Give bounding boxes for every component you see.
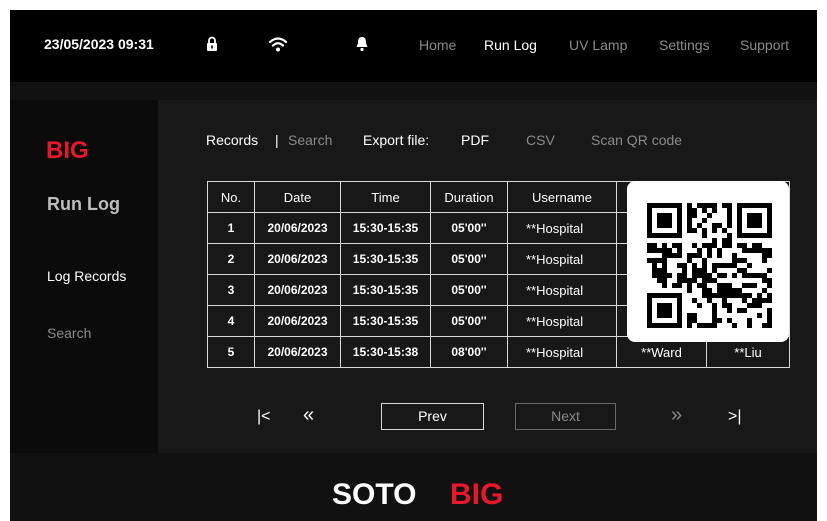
nav-home[interactable]: Home bbox=[419, 37, 456, 53]
rewind-button[interactable]: « bbox=[303, 404, 314, 427]
forward-button[interactable]: » bbox=[671, 404, 682, 427]
tab-separator: | bbox=[275, 132, 279, 148]
qr-code-popup[interactable] bbox=[627, 181, 789, 342]
big-logo: BIG bbox=[46, 138, 89, 160]
export-label: Export file: bbox=[363, 132, 430, 148]
col-duration: Duration bbox=[430, 181, 508, 213]
scan-qr-button[interactable]: Scan QR code bbox=[591, 132, 682, 148]
export-pdf-button[interactable]: PDF bbox=[461, 132, 489, 148]
col-time: Time bbox=[340, 181, 431, 213]
tab-search[interactable]: Search bbox=[288, 132, 332, 148]
export-csv-button[interactable]: CSV bbox=[526, 132, 555, 148]
sidebar-item-log-records[interactable]: Log Records bbox=[47, 268, 126, 284]
footer: SOTO BIG bbox=[10, 453, 817, 521]
next-button[interactable]: Next bbox=[515, 403, 616, 430]
nav-uv-lamp[interactable]: UV Lamp bbox=[569, 37, 627, 53]
nav-support[interactable]: Support bbox=[740, 37, 789, 53]
lock-icon[interactable] bbox=[206, 36, 218, 52]
nav-settings[interactable]: Settings bbox=[659, 37, 710, 53]
device-screen: 23/05/2023 09:31 Home Run Log UV Lamp Se… bbox=[10, 10, 817, 521]
first-page-button[interactable]: |< bbox=[257, 408, 271, 426]
tab-records[interactable]: Records bbox=[206, 132, 258, 148]
qr-code-image bbox=[647, 203, 772, 328]
svg-text:SOTO: SOTO bbox=[332, 478, 416, 511]
bell-icon[interactable] bbox=[355, 35, 369, 52]
col-date: Date bbox=[254, 181, 341, 213]
top-band bbox=[10, 82, 817, 100]
wifi-icon[interactable] bbox=[268, 36, 288, 52]
prev-button[interactable]: Prev bbox=[381, 403, 484, 430]
nav-run-log[interactable]: Run Log bbox=[484, 37, 537, 53]
sotobig-logo: SOTO BIG bbox=[332, 478, 503, 511]
svg-text:BIG: BIG bbox=[46, 138, 89, 160]
datetime-display: 23/05/2023 09:31 bbox=[44, 36, 154, 52]
sidebar-item-search[interactable]: Search bbox=[47, 325, 91, 341]
last-page-button[interactable]: >| bbox=[728, 408, 742, 426]
col-username: Username bbox=[507, 181, 617, 213]
sidebar-title: Run Log bbox=[47, 194, 120, 214]
svg-text:BIG: BIG bbox=[450, 478, 503, 511]
col-no: No. bbox=[207, 181, 255, 213]
